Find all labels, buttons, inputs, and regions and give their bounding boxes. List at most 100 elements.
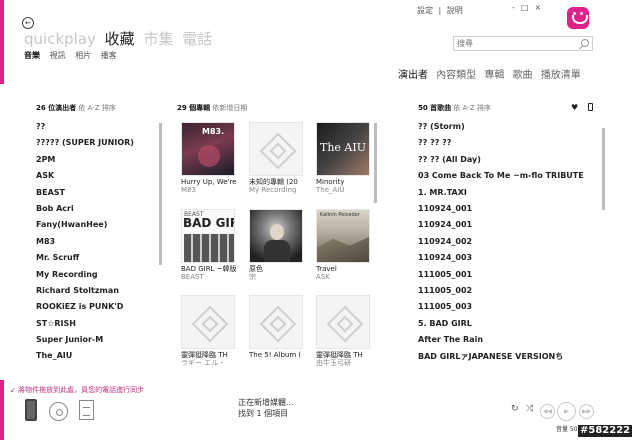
album-title: Hurry Up, We're xyxy=(181,178,237,186)
subnav-pictures[interactable]: 相片 xyxy=(75,51,91,60)
song-item[interactable]: After The Rain xyxy=(418,335,598,351)
artist-item[interactable]: BEAST xyxy=(36,188,161,204)
artist-item[interactable]: ????? (SUPER JUNIOR) xyxy=(36,138,161,154)
album-title: The 5! Album ( xyxy=(249,351,302,359)
album-artist: The_AIU xyxy=(316,186,345,194)
songs-sort[interactable]: 依 A-Z 排序 xyxy=(453,104,490,112)
album-tile[interactable]: Kalinin Peicedor Travel ASK xyxy=(316,209,372,281)
shuffle-icon[interactable]: ⤨ xyxy=(526,404,533,414)
pivot-phone[interactable]: 電話 xyxy=(182,30,212,48)
disc-icon[interactable] xyxy=(49,402,68,421)
sub-nav: 音樂 視訊 相片 播客 xyxy=(24,50,124,61)
artist-item[interactable]: Fany(HwanHee) xyxy=(36,220,161,236)
song-item[interactable]: 111005_002 xyxy=(418,286,598,302)
album-artist: ラギー エル・ xyxy=(181,359,226,367)
songs-scrollbar[interactable] xyxy=(602,128,605,210)
artist-item[interactable]: Bob Acri xyxy=(36,204,161,220)
document-icon[interactable] xyxy=(79,400,94,420)
search-box[interactable] xyxy=(453,36,593,51)
window-controls: -□× xyxy=(512,3,547,12)
artist-item[interactable]: ASK xyxy=(36,171,161,187)
tab-genres[interactable]: 內容類型 xyxy=(436,70,476,81)
albums-sort[interactable]: 依新增日期 xyxy=(212,104,247,112)
song-item[interactable]: 111005_001 xyxy=(418,270,598,286)
album-title: 未知的專輯 (20 xyxy=(249,178,298,186)
artist-item[interactable]: 2PM xyxy=(36,155,161,171)
artist-item[interactable]: My Recording xyxy=(36,270,161,286)
tab-artists[interactable]: 演出者 xyxy=(398,70,428,81)
artists-sort[interactable]: 依 A-Z 排序 xyxy=(78,104,115,112)
tab-songs[interactable]: 歌曲 xyxy=(513,70,533,81)
album-art-label: M83. xyxy=(202,127,225,136)
song-item[interactable]: 03 Come Back To Me ~m-flo TRIBUTE xyxy=(418,171,598,187)
artists-header: 26 位演出者 依 A-Z 排序 xyxy=(36,103,116,113)
tab-playlists[interactable]: 播放清單 xyxy=(541,70,581,81)
song-item[interactable]: 1. MR.TAXI xyxy=(418,188,598,204)
album-art: The AIU xyxy=(316,122,370,176)
minimize-button[interactable]: - xyxy=(512,3,521,12)
close-button[interactable]: × xyxy=(534,3,547,12)
artist-item[interactable]: The_AIU xyxy=(36,351,161,367)
album-art-figure xyxy=(270,224,284,240)
previous-button[interactable]: ◀◀ xyxy=(540,404,555,419)
song-item[interactable]: 111005_003 xyxy=(418,302,598,318)
volume-label[interactable]: 音量 50 xyxy=(556,424,578,433)
album-tile[interactable]: The AIU Minority The_AIU xyxy=(316,122,372,194)
pivot-marketplace[interactable]: 市集 xyxy=(143,30,173,48)
song-item[interactable]: 110924_001 xyxy=(418,204,598,220)
album-tile[interactable]: The 5! Album ( xyxy=(249,295,305,359)
play-button[interactable]: ▶ xyxy=(557,402,576,421)
artist-item[interactable]: ROOKiEZ is PUNK'D xyxy=(36,302,161,318)
heart-icon[interactable]: ♥ xyxy=(571,103,578,112)
song-item[interactable]: 110924_002 xyxy=(418,237,598,253)
subnav-music[interactable]: 音樂 xyxy=(24,51,40,60)
next-icon: ▶▶ xyxy=(581,408,592,415)
settings-link[interactable]: 設定 xyxy=(417,6,433,15)
search-input[interactable] xyxy=(454,37,574,50)
album-artist: 由牛玉弓研 xyxy=(316,359,351,367)
album-title: Travel xyxy=(316,265,337,273)
subnav-podcasts[interactable]: 播客 xyxy=(101,51,117,60)
album-artist: ASK xyxy=(316,273,330,281)
artist-item[interactable]: Richard Stoltzman xyxy=(36,286,161,302)
artist-item[interactable]: ?? xyxy=(36,122,161,138)
song-item[interactable]: ?? ?? ?? xyxy=(418,138,598,154)
phone-icon[interactable] xyxy=(588,103,593,111)
album-tile[interactable]: 靈彈挺降臨 TH 由牛玉弓研 xyxy=(316,295,372,367)
artist-item[interactable]: Super Junior-M xyxy=(36,335,161,351)
subnav-video[interactable]: 視訊 xyxy=(50,51,66,60)
song-item[interactable]: ?? (Storm) xyxy=(418,122,598,138)
maximize-button[interactable]: □ xyxy=(521,3,535,12)
album-tile[interactable]: BEAST BAD GIRL BAD GIRL ~韓版 BEAST xyxy=(181,209,237,281)
song-item[interactable]: 110924_001 xyxy=(418,220,598,236)
artist-item[interactable]: ST☆RISH xyxy=(36,319,161,335)
sync-notice: ↙ 將物件拖放到此處，員您的電話進行同步 xyxy=(10,385,144,395)
album-title: 靈彈挺降臨 TH xyxy=(316,351,363,359)
album-tile[interactable]: M83. Hurry Up, We're M83 xyxy=(181,122,237,194)
song-item[interactable]: 5. BAD GIRL xyxy=(418,319,598,335)
pivot-quickplay[interactable]: quickplay xyxy=(24,30,96,48)
album-art-label: The AIU xyxy=(320,141,366,154)
album-art: BEAST BAD GIRL xyxy=(181,209,235,263)
albums-scrollbar[interactable] xyxy=(374,123,377,203)
tab-albums[interactable]: 專輯 xyxy=(484,70,504,81)
album-title: BAD GIRL ~韓版 xyxy=(181,265,237,273)
song-item[interactable]: 110924_003 xyxy=(418,253,598,269)
repeat-icon[interactable]: ↻ xyxy=(511,404,519,414)
album-tile[interactable]: 原色 宗 xyxy=(249,209,305,281)
accent-bar xyxy=(0,0,4,84)
album-tile[interactable]: 靈彈挺降臨 TH ラギー エル・ xyxy=(181,295,237,367)
song-item[interactable]: BAD GIRLァJAPANESE VERSIONち xyxy=(418,351,598,367)
song-item[interactable]: ?? ?? (All Day) xyxy=(418,155,598,171)
search-icon[interactable] xyxy=(581,39,589,47)
phone-device-icon[interactable] xyxy=(25,399,37,421)
artists-scrollbar[interactable] xyxy=(159,123,162,265)
pivot-collection[interactable]: 收藏 xyxy=(105,30,135,48)
help-link[interactable]: 說明 xyxy=(447,6,463,15)
next-button[interactable]: ▶▶ xyxy=(579,404,594,419)
artist-item[interactable]: Mr. Scruff xyxy=(36,253,161,269)
album-art-figure xyxy=(317,236,369,262)
album-art-figure xyxy=(264,240,290,262)
album-tile[interactable]: 未知的專輯 (20 My Recording xyxy=(249,122,305,194)
artist-item[interactable]: M83 xyxy=(36,237,161,253)
